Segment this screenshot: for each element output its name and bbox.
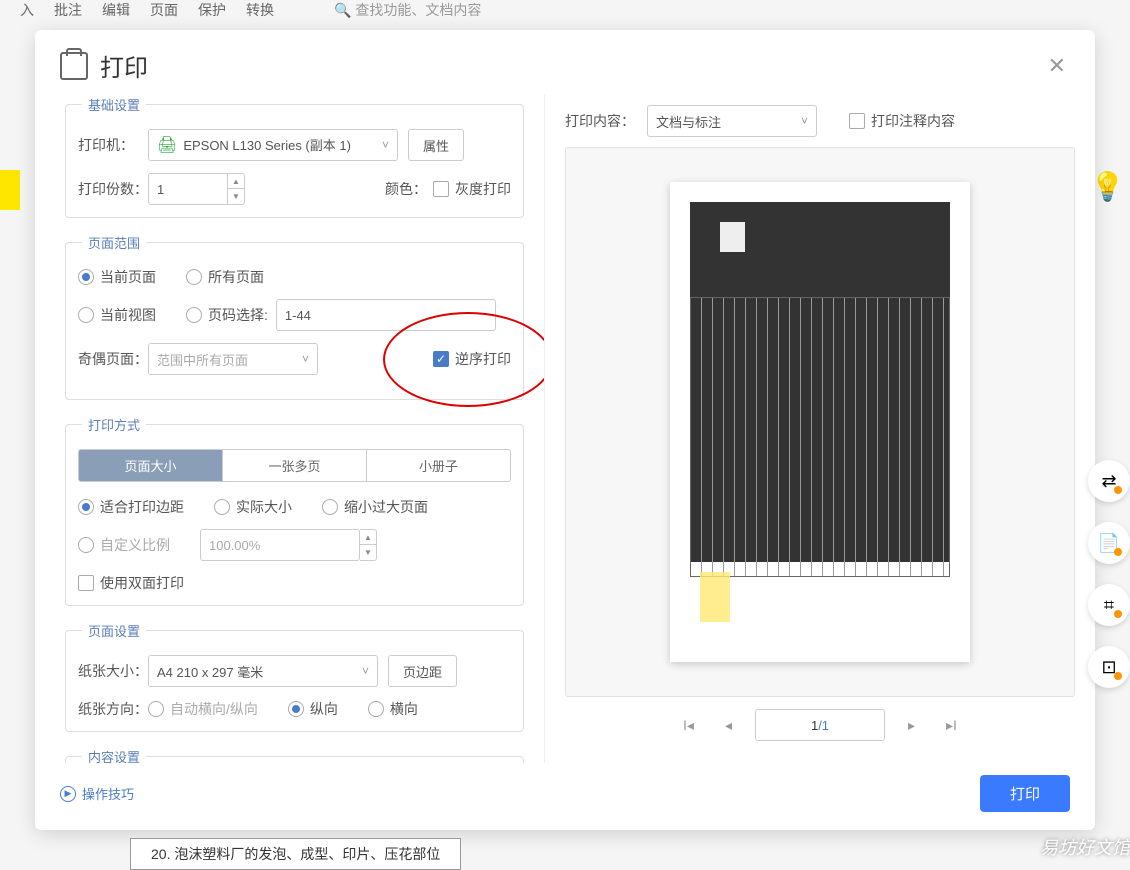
paper-size-select[interactable]: A4 210 x 297 毫米˅ xyxy=(148,655,378,687)
yellow-highlight xyxy=(0,170,20,210)
document-text: 20. 泡沫塑料厂的发泡、成型、印片、压花部位 xyxy=(130,838,461,870)
landscape-radio[interactable]: 横向 xyxy=(368,699,418,719)
bulb-icon: 💡 xyxy=(1090,170,1125,203)
page-settings-group: 页面设置 纸张大小： A4 210 x 297 毫米˅ 页边距 纸张方向： 自动… xyxy=(65,621,524,732)
tool-scan-icon[interactable]: ⊡ xyxy=(1088,646,1130,688)
actual-size-radio[interactable]: 实际大小 xyxy=(214,497,292,517)
watermark: 易坊好文馆 xyxy=(1040,834,1130,860)
grayscale-label: 灰度打印 xyxy=(455,179,511,199)
duplex-checkbox[interactable] xyxy=(78,575,94,591)
preview-page xyxy=(670,182,970,662)
auto-orient-radio[interactable]: 自动横向/纵向 xyxy=(148,699,258,719)
range-legend: 页面范围 xyxy=(82,233,146,252)
menu-item[interactable]: 编辑 xyxy=(102,0,130,20)
print-annotations-label: 打印注释内容 xyxy=(871,111,955,131)
last-page-button[interactable]: ▸I xyxy=(938,713,965,738)
reverse-print-label: 逆序打印 xyxy=(455,349,511,369)
print-button[interactable]: 打印 xyxy=(980,775,1070,812)
prev-page-button[interactable]: ◂ xyxy=(717,713,740,738)
first-page-button[interactable]: I◂ xyxy=(675,713,702,738)
current-view-radio[interactable]: 当前视图 xyxy=(78,305,156,325)
method-tabs: 页面大小 一张多页 小册子 xyxy=(78,449,511,482)
duplex-label: 使用双面打印 xyxy=(100,573,184,593)
odd-even-select[interactable]: 范围中所有页面˅ xyxy=(148,343,318,375)
page-range-input[interactable]: 1-44 xyxy=(276,299,496,331)
dialog-title: 打印 xyxy=(100,48,148,83)
chevron-down-icon: ˅ xyxy=(362,664,369,678)
chevron-down-icon: ˅ xyxy=(801,114,808,128)
margin-button[interactable]: 页边距 xyxy=(388,655,457,687)
all-pages-radio[interactable]: 所有页面 xyxy=(186,267,264,287)
page-select-radio[interactable]: 页码选择: xyxy=(186,305,268,325)
portrait-radio[interactable]: 纵向 xyxy=(288,699,338,719)
top-menu: 入 批注 编辑 页面 保护 转换 🔍 查找功能、文档内容 xyxy=(0,0,1130,20)
basic-legend: 基础设置 xyxy=(82,95,146,114)
printer-icon: 🖨 xyxy=(157,137,177,154)
menu-item[interactable]: 保护 xyxy=(198,0,226,20)
printer-label: 打印机： xyxy=(78,135,148,155)
dialog-header: 打印 ✕ xyxy=(35,30,1095,95)
tab-multi-page[interactable]: 一张多页 xyxy=(223,450,367,481)
color-label: 颜色： xyxy=(385,179,427,199)
odd-even-label: 奇偶页面： xyxy=(78,349,148,369)
print-content-select[interactable]: 文档与标注˅ xyxy=(647,105,817,137)
copies-label: 打印份数： xyxy=(78,179,148,199)
print-annotations-checkbox[interactable] xyxy=(849,113,865,129)
print-method-group: 打印方式 页面大小 一张多页 小册子 适合打印边距 实际大小 缩小过大页面 自定… xyxy=(65,415,524,606)
tab-booklet[interactable]: 小册子 xyxy=(367,450,510,481)
content-settings-group: 内容设置 xyxy=(65,747,524,763)
print-dialog: 打印 ✕ 基础设置 打印机： 🖨EPSON L130 Series (副本 1)… xyxy=(35,30,1095,830)
settings-panel: 基础设置 打印机： 🖨EPSON L130 Series (副本 1) ˅ 属性… xyxy=(35,95,545,763)
menu-item[interactable]: 转换 xyxy=(246,0,274,20)
chevron-down-icon: ˅ xyxy=(302,352,309,366)
method-legend: 打印方式 xyxy=(82,415,146,434)
scale-input[interactable]: 100.00% xyxy=(200,529,360,561)
tool-crop-icon[interactable]: ⌗ xyxy=(1088,584,1130,626)
print-content-label: 打印内容： xyxy=(565,111,635,131)
tab-page-size[interactable]: 页面大小 xyxy=(79,450,223,481)
page-number-input[interactable]: 1/1 xyxy=(755,709,885,741)
tool-file-icon[interactable]: 📄 xyxy=(1088,522,1130,564)
tool-convert-icon[interactable]: ⇄ xyxy=(1088,460,1130,502)
page-range-group: 页面范围 当前页面 所有页面 当前视图 页码选择: 1-44 奇偶页面： 范围中… xyxy=(65,233,524,400)
orientation-label: 纸张方向： xyxy=(78,699,148,719)
properties-button[interactable]: 属性 xyxy=(408,129,464,161)
fit-margin-radio[interactable]: 适合打印边距 xyxy=(78,497,184,517)
reverse-print-checkbox[interactable] xyxy=(433,351,449,367)
search-hint[interactable]: 🔍 查找功能、文档内容 xyxy=(334,0,481,20)
preview-area xyxy=(565,147,1075,697)
close-button[interactable]: ✕ xyxy=(1044,49,1070,83)
menu-item[interactable]: 页面 xyxy=(150,0,178,20)
grayscale-checkbox[interactable] xyxy=(433,181,449,197)
content-legend: 内容设置 xyxy=(82,747,146,763)
paper-size-label: 纸张大小： xyxy=(78,661,148,681)
tips-link[interactable]: ▶ 操作技巧 xyxy=(60,784,134,803)
menu-item[interactable]: 入 xyxy=(20,0,34,20)
preview-panel: 打印内容： 文档与标注˅ 打印注释内容 I◂ ◂ xyxy=(545,95,1095,763)
copies-spinner[interactable]: ▲▼ xyxy=(228,173,245,205)
printer-select[interactable]: 🖨EPSON L130 Series (副本 1) ˅ xyxy=(148,129,398,161)
next-page-button[interactable]: ▸ xyxy=(900,713,923,738)
side-toolbar: ⇄ 📄 ⌗ ⊡ xyxy=(1088,460,1130,688)
print-icon xyxy=(60,52,88,80)
page-legend: 页面设置 xyxy=(82,621,146,640)
current-page-radio[interactable]: 当前页面 xyxy=(78,267,156,287)
basic-settings-group: 基础设置 打印机： 🖨EPSON L130 Series (副本 1) ˅ 属性… xyxy=(65,95,524,218)
play-icon: ▶ xyxy=(60,786,76,802)
dialog-footer: ▶ 操作技巧 打印 xyxy=(35,763,1095,830)
preview-pager: I◂ ◂ 1/1 ▸ ▸I xyxy=(565,697,1075,753)
custom-scale-radio[interactable]: 自定义比例 xyxy=(78,535,170,555)
chevron-down-icon: ˅ xyxy=(382,138,389,152)
menu-item[interactable]: 批注 xyxy=(54,0,82,20)
scale-spinner[interactable]: ▲▼ xyxy=(360,529,377,561)
shrink-radio[interactable]: 缩小过大页面 xyxy=(322,497,428,517)
copies-input[interactable]: 1 xyxy=(148,173,228,205)
